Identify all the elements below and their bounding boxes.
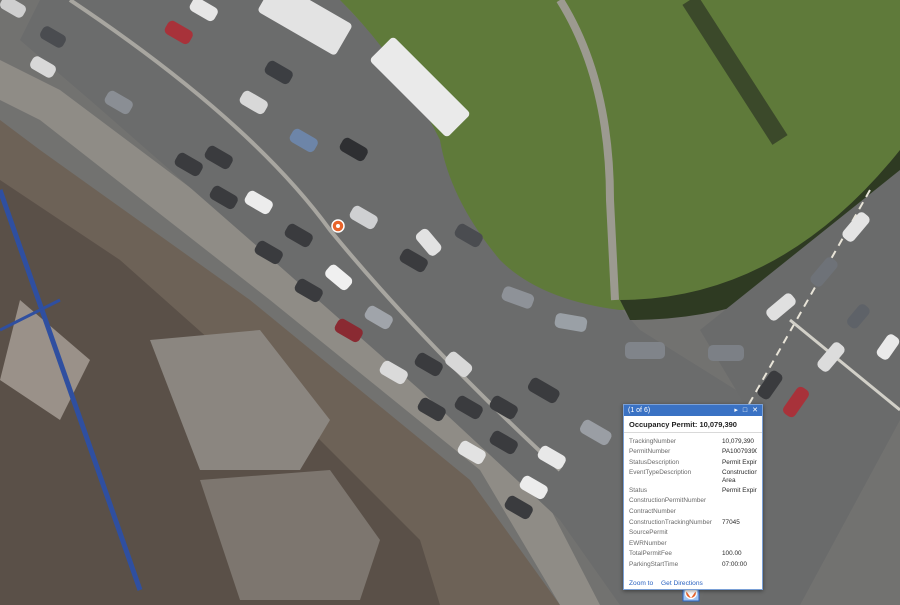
attribute-row: SourcePermit	[629, 529, 757, 537]
field-value: Construction Area	[722, 469, 757, 484]
popup-counter: (1 of 6)	[628, 407, 651, 414]
attribute-row: TotalPermitFee 100.00	[629, 550, 757, 558]
field-value	[722, 540, 757, 548]
field-name: PermitNumber	[629, 448, 671, 456]
popup-title: Occupancy Permit: 10,079,390	[624, 416, 762, 433]
field-value: Permit Expir	[722, 486, 757, 494]
attribute-list: TrackingNumber 10,079,390 PermitNumber PA1…	[624, 433, 762, 569]
popup-footer: Zoom to Get Directions	[624, 580, 762, 587]
field-value: 77045	[722, 518, 740, 526]
field-value: Permit Expir	[722, 458, 757, 466]
field-name: StatusDescription	[629, 458, 680, 466]
field-name: ConstructionPermitNumber	[629, 497, 707, 505]
close-icon[interactable]: ✕	[752, 405, 758, 416]
field-value	[722, 497, 757, 505]
attribute-row: ConstructionPermitNumber	[629, 497, 757, 505]
field-name: TrackingNumber	[629, 437, 676, 445]
field-name: SourcePermit	[629, 529, 668, 537]
field-value	[722, 529, 757, 537]
attribute-row: StatusDescription Permit Expir	[629, 459, 757, 467]
maximize-icon[interactable]: □	[743, 405, 747, 416]
field-value	[722, 508, 757, 516]
next-feature-icon[interactable]: ▸	[734, 405, 738, 416]
field-name: TotalPermitFee	[629, 550, 672, 558]
field-value: 10,079,390	[722, 437, 754, 445]
aerial-map[interactable]	[0, 0, 900, 605]
field-name: ContractNumber	[629, 507, 676, 515]
attribute-row: EWRNumber	[629, 540, 757, 548]
popup-header: (1 of 6) ▸ □ ✕	[624, 405, 762, 416]
field-name: EWRNumber	[629, 539, 667, 547]
occupancy-permit-marker[interactable]	[331, 219, 345, 233]
zoom-to-link[interactable]: Zoom to	[629, 580, 653, 587]
field-name: EventTypeDescription	[629, 469, 692, 477]
attribute-row: ParkingStartTime 07:00:00	[629, 561, 757, 569]
attribute-row: Status Permit Expir	[629, 487, 757, 495]
field-name: ConstructionTrackingNumber	[629, 518, 712, 526]
identify-popup: (1 of 6) ▸ □ ✕ Occupancy Permit: 10,079,…	[623, 404, 763, 590]
get-directions-link[interactable]: Get Directions	[661, 580, 703, 587]
attribute-row: PermitNumber PA10079390	[629, 448, 757, 456]
popup-controls: ▸ □ ✕	[734, 405, 758, 416]
field-value: PA10079390	[722, 448, 757, 456]
field-name: ParkingStartTime	[629, 560, 679, 568]
field-name: Status	[629, 486, 648, 494]
attribute-row: ContractNumber	[629, 508, 757, 516]
attribute-row: EventTypeDescription Construction Area	[629, 469, 757, 484]
field-value: 100.00	[722, 550, 742, 558]
field-value: 07:00:00	[722, 560, 747, 568]
attribute-row: ConstructionTrackingNumber 77045	[629, 519, 757, 527]
attribute-row: TrackingNumber 10,079,390	[629, 438, 757, 446]
